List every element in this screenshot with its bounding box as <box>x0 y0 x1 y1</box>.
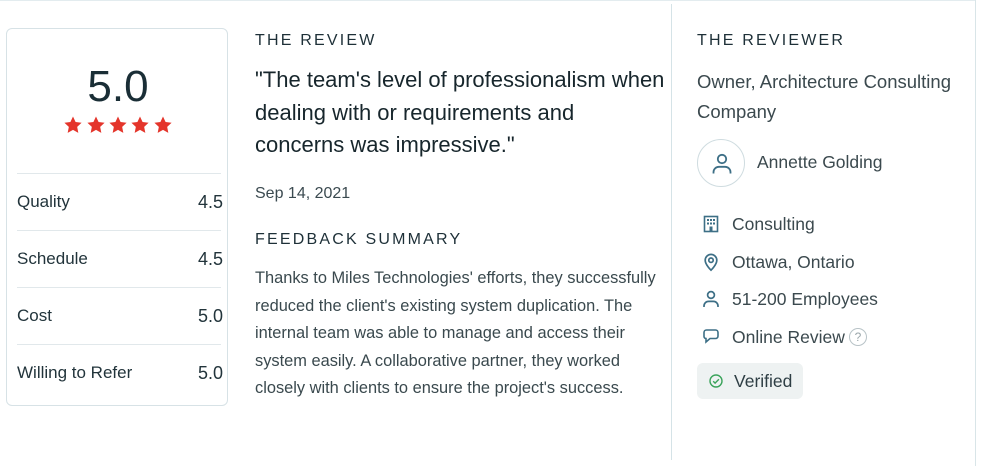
rating-row-value: 4.5 <box>197 192 223 212</box>
rating-row-label: Quality <box>17 192 70 211</box>
star-rating <box>7 115 229 140</box>
chat-bubble-icon <box>703 329 719 344</box>
star-icon <box>130 115 150 135</box>
reviewer-title: Owner, Architecture Consulting Company <box>697 71 951 122</box>
rating-row-value: 4.5 <box>197 249 223 269</box>
location-pin-icon <box>704 253 718 272</box>
rating-row-schedule: Schedule 4.5 <box>17 230 223 287</box>
star-icon <box>63 115 83 135</box>
star-icon <box>86 115 106 135</box>
avatar <box>697 139 745 187</box>
user-icon <box>712 153 732 174</box>
rating-row-value: 5.0 <box>197 306 223 326</box>
rating-row-label: Cost <box>17 306 52 325</box>
help-icon[interactable]: ? <box>849 328 867 346</box>
column-divider <box>671 4 672 460</box>
feedback-summary-heading: FEEDBACK SUMMARY <box>255 231 463 248</box>
star-icon <box>108 115 128 135</box>
person-icon <box>703 290 719 307</box>
rating-row-cost: Cost 5.0 <box>17 287 223 344</box>
rating-row-label: Schedule <box>17 249 88 268</box>
verified-label: Verified <box>734 371 793 391</box>
review-date: Sep 14, 2021 <box>255 185 351 202</box>
reviewer-name: Annette Golding <box>757 152 883 172</box>
overall-rating: 5.0 <box>87 62 149 111</box>
rating-row-quality: Quality 4.5 <box>17 173 223 230</box>
review-quote: "The team's level of professionalism whe… <box>255 67 665 157</box>
detail-text: Online Review <box>732 327 845 347</box>
rating-row-willing-to-refer: Willing to Refer 5.0 <box>17 344 223 401</box>
top-border <box>0 0 975 4</box>
building-icon <box>703 215 719 233</box>
detail-text: Ottawa, Ontario <box>732 252 855 272</box>
rating-row-label: Willing to Refer <box>17 363 133 382</box>
rating-breakdown: Quality 4.5 Schedule 4.5 Cost 5.0 Willin… <box>17 173 223 401</box>
review-heading: THE REVIEW <box>255 32 377 49</box>
detail-text: Consulting <box>732 214 815 234</box>
feedback-summary-text: Thanks to Miles Technologies' efforts, t… <box>255 269 656 397</box>
reviewer-heading: THE REVIEWER <box>697 32 846 49</box>
star-icon <box>153 115 173 135</box>
right-border <box>975 0 976 466</box>
rating-row-value: 5.0 <box>197 363 223 383</box>
detail-text: 51-200 Employees <box>732 289 878 309</box>
verified-badge: Verified <box>697 363 803 399</box>
check-circle-icon <box>709 374 723 388</box>
rating-card: 5.0 Quality 4.5 Schedule 4.5 Cost 5.0 Wi… <box>6 28 228 406</box>
